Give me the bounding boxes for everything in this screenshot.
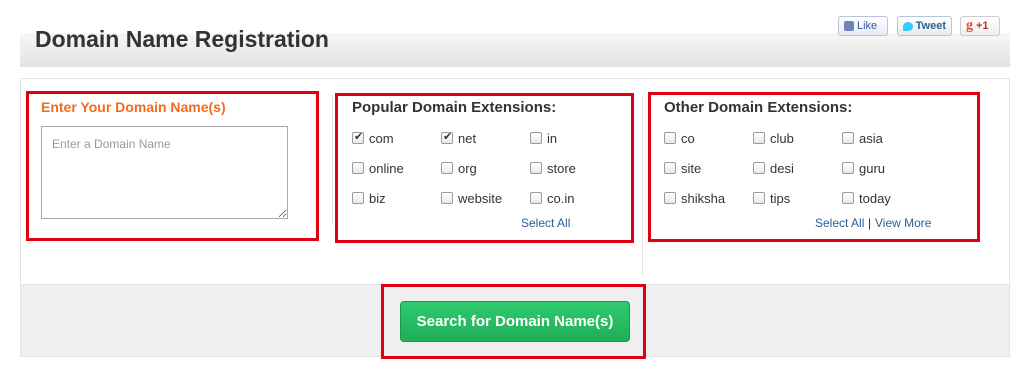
extension-option-co[interactable]: co [664,130,695,146]
extension-checkbox[interactable] [352,192,364,204]
extension-label: biz [369,190,386,206]
popular-section-title: Popular Domain Extensions: [352,99,557,116]
extension-checkbox[interactable] [664,162,676,174]
extension-checkbox[interactable] [842,162,854,174]
extension-checkbox[interactable] [753,162,765,174]
extension-label: site [681,160,702,176]
like-label: Like [857,20,878,32]
view-more-link[interactable]: View More [875,216,931,230]
extension-option-net[interactable]: net [441,130,476,146]
extension-option-org[interactable]: org [441,160,477,176]
extension-option-desi[interactable]: desi [753,160,794,176]
extension-option-co-in[interactable]: co.in [530,190,574,206]
extension-label: asia [859,130,883,146]
column-divider [642,95,643,275]
extension-option-asia[interactable]: asia [842,130,883,146]
popular-select-all-link[interactable]: Select All [521,216,570,230]
extension-option-club[interactable]: club [753,130,794,146]
extension-label: website [458,190,503,206]
gplus-label: +1 [976,20,989,32]
twitter-bird-icon [903,21,913,31]
extension-label: co [681,130,695,146]
extension-checkbox[interactable] [441,130,453,144]
extension-checkbox[interactable] [530,132,542,144]
google-plus-button[interactable]: g +1 [960,16,1000,36]
extension-option-website[interactable]: website [441,190,502,206]
extension-option-site[interactable]: site [664,160,701,176]
extension-option-store[interactable]: store [530,160,576,176]
extension-checkbox[interactable] [530,192,542,204]
google-g-icon: g [966,18,973,33]
extension-checkbox[interactable] [441,162,453,174]
extension-label: today [859,190,891,206]
page-title: Domain Name Registration [35,26,329,52]
extension-option-online[interactable]: online [352,160,404,176]
extension-option-today[interactable]: today [842,190,891,206]
extension-label: desi [770,160,794,176]
extension-option-in[interactable]: in [530,130,557,146]
extension-option-guru[interactable]: guru [842,160,885,176]
link-separator: | [868,216,872,230]
extension-checkbox[interactable] [530,162,542,174]
extension-label: com [369,130,394,146]
other-section-title: Other Domain Extensions: [664,99,853,116]
thumbs-up-icon [844,21,854,31]
domain-name-input[interactable] [41,126,288,219]
extension-option-com[interactable]: com [352,130,394,146]
extension-checkbox[interactable] [664,132,676,144]
extension-label: guru [859,160,886,176]
extension-checkbox[interactable] [352,130,364,144]
extension-label: shiksha [681,190,726,206]
extension-label: store [547,160,576,176]
extension-label: org [458,160,477,176]
input-section-title: Enter Your Domain Name(s) [41,99,226,115]
column-divider [332,95,333,223]
extension-label: net [458,130,477,146]
search-domain-button[interactable]: Search for Domain Name(s) [400,301,630,342]
other-select-all-link[interactable]: Select All [815,216,864,230]
facebook-like-button[interactable]: Like [838,16,888,36]
extension-option-shiksha[interactable]: shiksha [664,190,725,206]
extension-checkbox[interactable] [842,192,854,204]
extension-checkbox[interactable] [441,192,453,204]
extension-checkbox[interactable] [753,192,765,204]
extension-label: club [770,130,794,146]
extension-label: co.in [547,190,575,206]
extension-label: tips [770,190,791,206]
extension-checkbox[interactable] [352,162,364,174]
extension-label: in [547,130,558,146]
extension-option-tips[interactable]: tips [753,190,790,206]
tweet-button[interactable]: Tweet [897,16,952,36]
extension-checkbox[interactable] [664,192,676,204]
extension-checkbox[interactable] [842,132,854,144]
tweet-label: Tweet [915,20,946,32]
extension-option-biz[interactable]: biz [352,190,386,206]
extension-label: online [369,160,404,176]
extension-checkbox[interactable] [753,132,765,144]
